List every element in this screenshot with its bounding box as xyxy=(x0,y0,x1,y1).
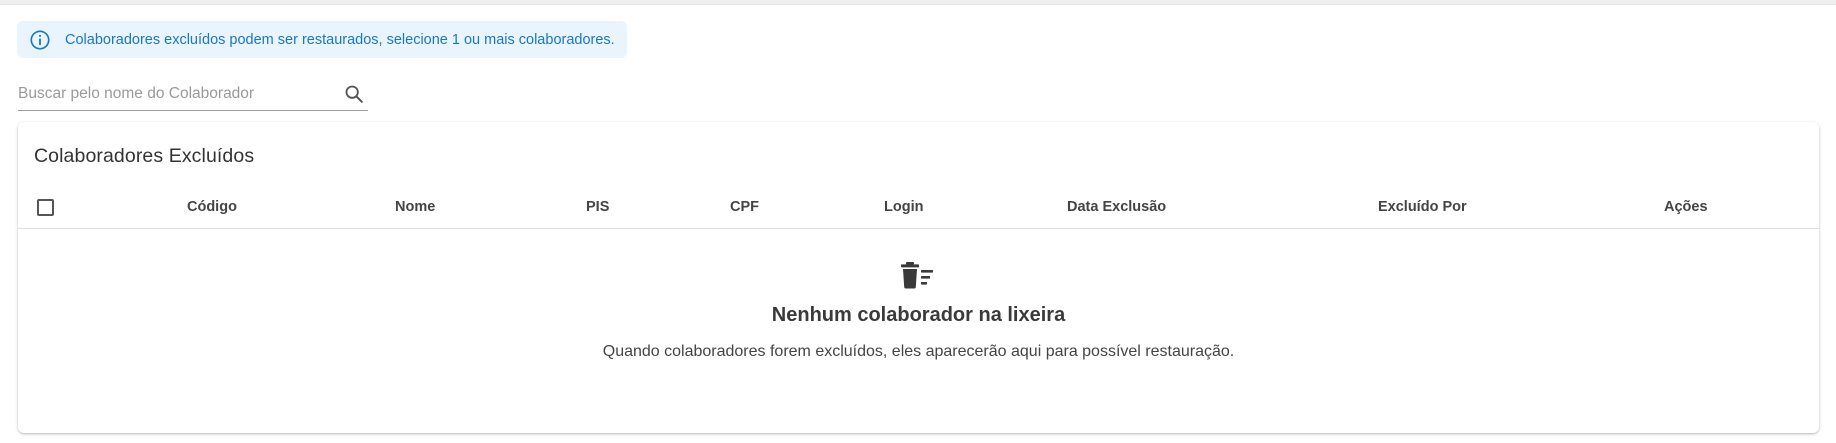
empty-state-subtitle: Quando colaboradores forem excluídos, el… xyxy=(602,343,1235,360)
info-icon xyxy=(29,29,51,51)
page: Colaboradores excluídos podem ser restau… xyxy=(0,4,1836,443)
column-header-nome[interactable]: Nome xyxy=(395,186,435,228)
info-alert: Colaboradores excluídos podem ser restau… xyxy=(17,21,627,58)
empty-state: Nenhum colaborador na lixeira Quando col… xyxy=(18,229,1819,429)
column-header-cpf[interactable]: CPF xyxy=(730,186,759,228)
search-icon[interactable] xyxy=(343,83,365,105)
empty-state-title: Nenhum colaborador na lixeira xyxy=(771,304,1066,326)
search-field[interactable] xyxy=(18,81,368,111)
search-input[interactable] xyxy=(18,84,343,107)
column-header-acoes: Ações xyxy=(1664,199,1708,215)
select-all-checkbox[interactable] xyxy=(37,199,54,216)
alert-message: Colaboradores excluídos podem ser restau… xyxy=(65,31,615,48)
trash-list-icon xyxy=(901,262,933,289)
column-header-pis[interactable]: PIS xyxy=(586,186,609,228)
table-header: Código Nome PIS CPF Login Data Exclusão … xyxy=(18,186,1819,229)
column-header-login[interactable]: Login xyxy=(884,186,923,228)
column-header-data-exclusao[interactable]: Data Exclusão xyxy=(1067,186,1166,228)
deleted-employees-card: Colaboradores Excluídos Código Nome PIS … xyxy=(18,122,1819,433)
column-header-codigo[interactable]: Código xyxy=(187,186,237,228)
card-title: Colaboradores Excluídos xyxy=(34,145,255,167)
column-header-excluido-por[interactable]: Excluído Por xyxy=(1378,186,1467,228)
